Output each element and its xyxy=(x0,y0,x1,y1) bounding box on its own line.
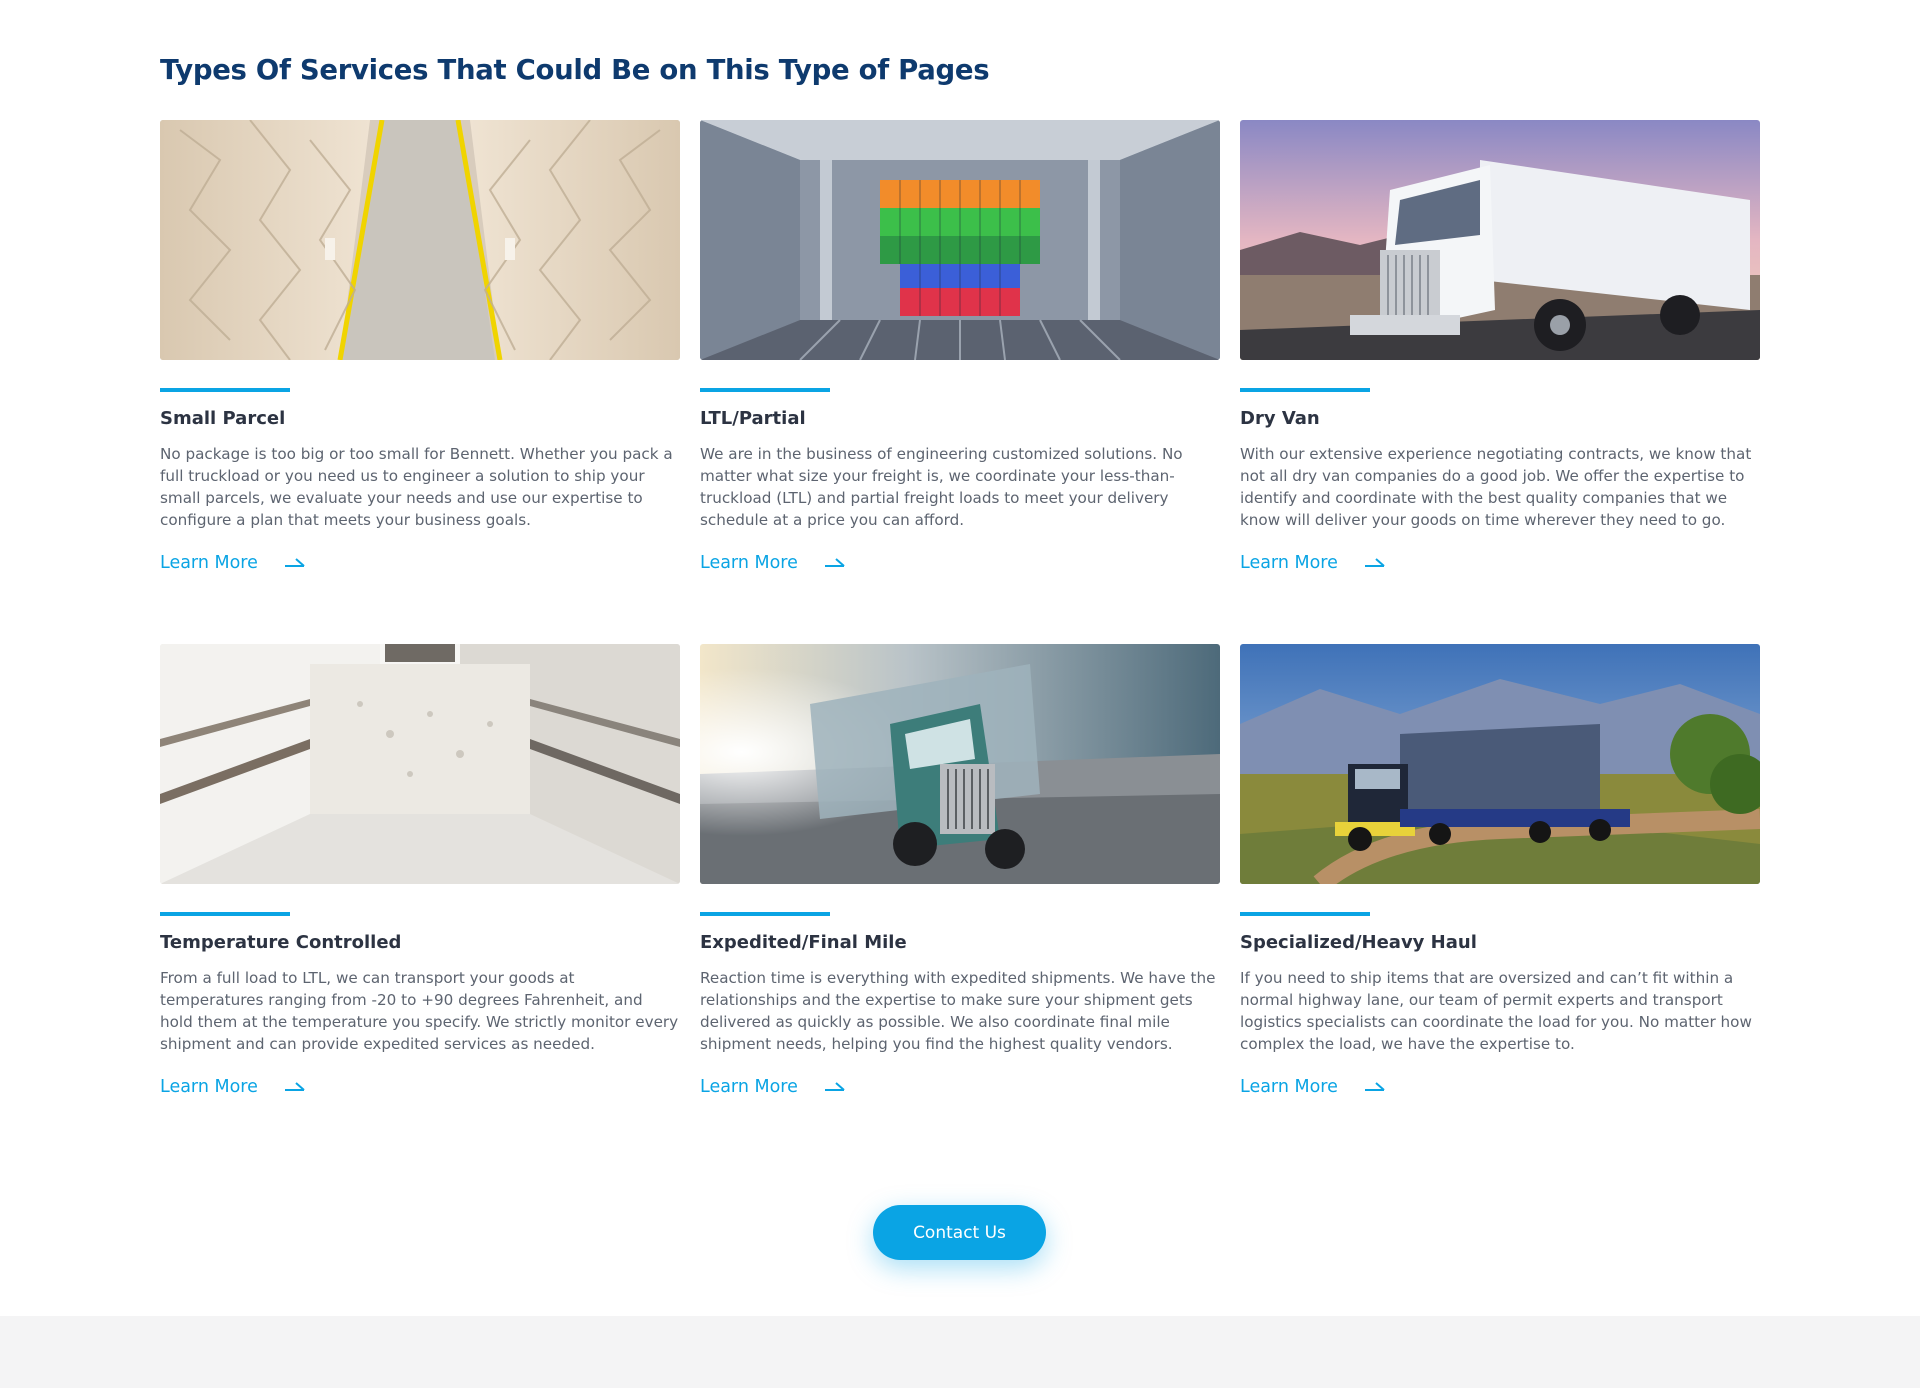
arrow-right-icon xyxy=(1364,1082,1385,1091)
service-card-expedited-final-mile: Expedited/Final Mile Reaction time is ev… xyxy=(700,644,1220,1097)
service-description: With our extensive experience negotiatin… xyxy=(1240,445,1752,529)
learn-more-link-dry-van[interactable]: Learn More xyxy=(1240,553,1760,573)
service-description: From a full load to LTL, we can transpor… xyxy=(160,969,679,1053)
service-description: If you need to ship items that are overs… xyxy=(1240,969,1752,1053)
arrow-right-icon xyxy=(824,1082,845,1091)
service-description: Reaction time is everything with expedit… xyxy=(700,969,1216,1053)
title-accent-bar xyxy=(700,388,830,392)
service-card-specialized-heavy-haul: Specialized/Heavy Haul If you need to sh… xyxy=(1240,644,1760,1097)
contact-us-button[interactable]: Contact Us xyxy=(873,1205,1046,1260)
service-title: Small Parcel xyxy=(160,408,286,429)
service-card-ltl-partial: LTL/Partial We are in the business of en… xyxy=(700,120,1220,573)
learn-more-label: Learn More xyxy=(160,1077,258,1097)
ltl-partial-image xyxy=(700,120,1220,360)
small-parcel-image xyxy=(160,120,680,360)
dry-van-image xyxy=(1240,120,1760,360)
arrow-right-icon xyxy=(284,558,305,567)
service-card-temperature-controlled: Temperature Controlled From a full load … xyxy=(160,644,680,1097)
learn-more-label: Learn More xyxy=(700,553,798,573)
service-title: Dry Van xyxy=(1240,408,1320,429)
learn-more-link-small-parcel[interactable]: Learn More xyxy=(160,553,680,573)
service-title: Temperature Controlled xyxy=(160,932,402,953)
learn-more-label: Learn More xyxy=(1240,553,1338,573)
title-accent-bar xyxy=(700,912,830,916)
section-title: Types Of Services That Could Be on This … xyxy=(160,54,990,86)
learn-more-link-ltl-partial[interactable]: Learn More xyxy=(700,553,1220,573)
learn-more-link-specialized-heavy-haul[interactable]: Learn More xyxy=(1240,1077,1760,1097)
learn-more-label: Learn More xyxy=(700,1077,798,1097)
title-accent-bar xyxy=(1240,388,1370,392)
service-card-dry-van: Dry Van With our extensive experience ne… xyxy=(1240,120,1760,573)
temperature-controlled-image xyxy=(160,644,680,884)
service-description: No package is too big or too small for B… xyxy=(160,445,673,529)
title-accent-bar xyxy=(160,388,290,392)
service-description: We are in the business of engineering cu… xyxy=(700,445,1183,529)
expedited-final-mile-image xyxy=(700,644,1220,884)
footer-band xyxy=(0,1316,1920,1388)
learn-more-label: Learn More xyxy=(160,553,258,573)
service-title: LTL/Partial xyxy=(700,408,806,429)
specialized-heavy-haul-image xyxy=(1240,644,1760,884)
service-title: Expedited/Final Mile xyxy=(700,932,907,953)
title-accent-bar xyxy=(1240,912,1370,916)
arrow-right-icon xyxy=(824,558,845,567)
arrow-right-icon xyxy=(1364,558,1385,567)
learn-more-label: Learn More xyxy=(1240,1077,1338,1097)
service-title: Specialized/Heavy Haul xyxy=(1240,932,1477,953)
services-page: Types Of Services That Could Be on This … xyxy=(0,0,1920,1388)
learn-more-link-expedited-final-mile[interactable]: Learn More xyxy=(700,1077,1220,1097)
arrow-right-icon xyxy=(284,1082,305,1091)
service-card-small-parcel: Small Parcel No package is too big or to… xyxy=(160,120,680,573)
learn-more-link-temperature-controlled[interactable]: Learn More xyxy=(160,1077,680,1097)
title-accent-bar xyxy=(160,912,290,916)
